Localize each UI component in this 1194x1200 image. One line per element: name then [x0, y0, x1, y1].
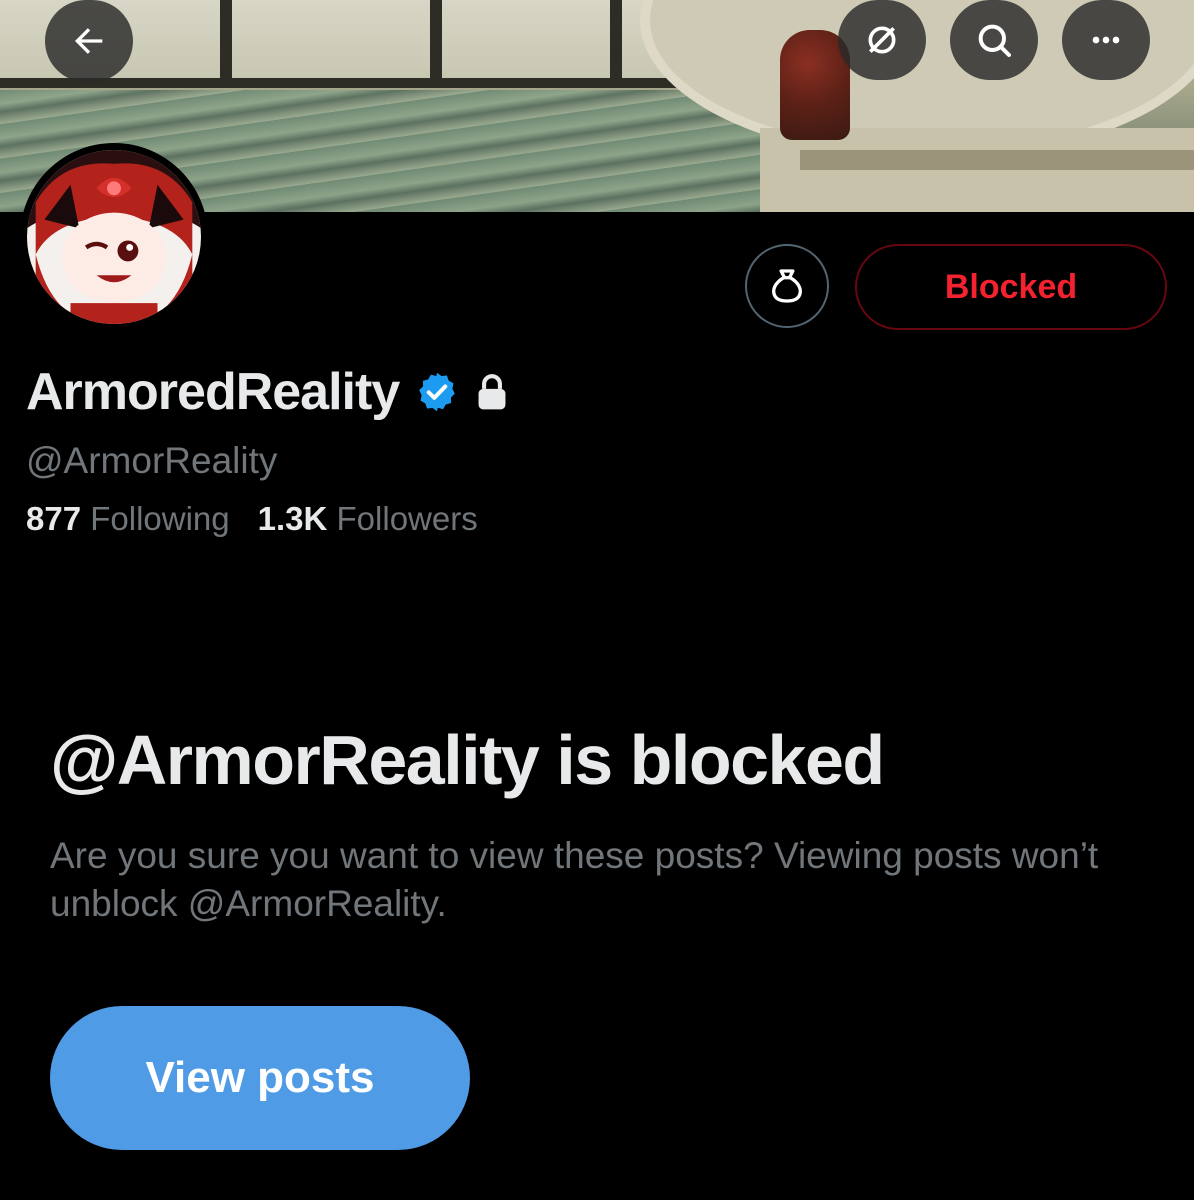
- display-name: ArmoredReality: [26, 363, 400, 421]
- verified-badge-icon[interactable]: [415, 370, 459, 414]
- followers-label: Followers: [336, 500, 478, 537]
- lock-icon: [478, 374, 506, 410]
- tip-button[interactable]: [745, 244, 829, 328]
- search-icon: [978, 24, 1011, 57]
- banner-mullion: [610, 0, 622, 88]
- profile-stats: 877 Following 1.3K Followers: [26, 500, 506, 538]
- banner-bench-shadow: [800, 150, 1194, 170]
- banner-bench: [760, 128, 1194, 212]
- search-button[interactable]: [950, 0, 1038, 80]
- view-posts-button[interactable]: View posts: [50, 1006, 470, 1150]
- following-count: 877: [26, 500, 91, 537]
- arrow-left-icon: [75, 28, 103, 54]
- followers-count: 1.3K: [257, 500, 337, 537]
- back-button[interactable]: [45, 0, 133, 82]
- avatar[interactable]: [20, 143, 208, 331]
- followers-link[interactable]: 1.3K Followers: [258, 500, 478, 538]
- avatar-image: [27, 150, 201, 324]
- money-bag-icon: [772, 269, 802, 303]
- following-label: Following: [90, 500, 230, 537]
- following-link[interactable]: 877 Following: [26, 500, 230, 538]
- blocked-button[interactable]: Blocked: [855, 244, 1167, 330]
- blocked-description: Are you sure you want to view these post…: [50, 835, 1099, 924]
- blocked-title: @ArmorReality is blocked: [50, 721, 885, 799]
- handle: @ArmorReality: [26, 440, 278, 481]
- grok-button[interactable]: [838, 0, 926, 80]
- more-button[interactable]: [1062, 0, 1150, 80]
- name-row: ArmoredReality: [26, 362, 511, 422]
- banner-mullion: [220, 0, 232, 88]
- more-icon: [1092, 36, 1120, 44]
- banner-mullion: [430, 0, 442, 88]
- grok-icon: [868, 26, 896, 54]
